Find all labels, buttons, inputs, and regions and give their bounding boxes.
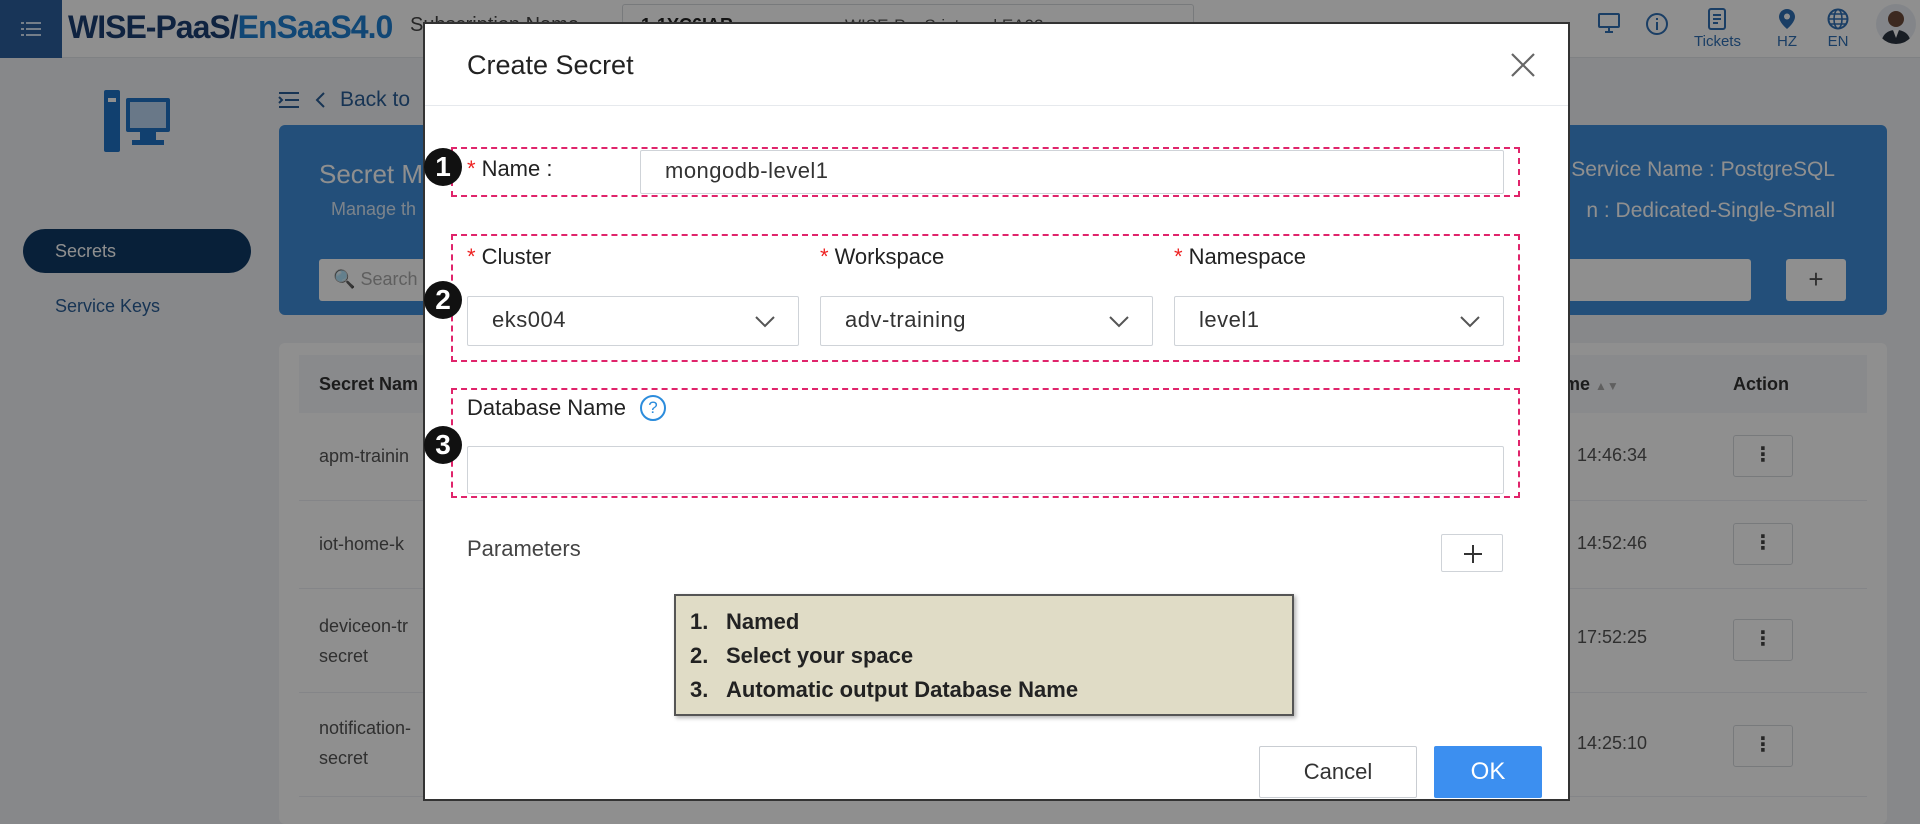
note-number: 1. bbox=[690, 609, 709, 634]
cancel-button[interactable]: Cancel bbox=[1259, 746, 1417, 798]
namespace-value: level1 bbox=[1199, 307, 1260, 332]
required-mark: * bbox=[467, 244, 476, 269]
note-number: 3. bbox=[690, 677, 709, 702]
note-number: 2. bbox=[690, 643, 709, 668]
dialog-title: Create Secret bbox=[467, 50, 634, 80]
annotation-badge-3: 3 bbox=[424, 426, 462, 464]
close-icon[interactable] bbox=[1508, 50, 1538, 80]
note-line: 1. Named bbox=[690, 605, 1278, 639]
chevron-down-icon bbox=[755, 316, 775, 328]
namespace-label: * Namespace bbox=[1174, 244, 1306, 270]
name-input[interactable]: mongodb-level1 bbox=[640, 150, 1504, 194]
workspace-label-text: Workspace bbox=[834, 244, 945, 269]
name-label: * Name : bbox=[467, 156, 552, 182]
name-value: mongodb-level1 bbox=[665, 158, 829, 183]
workspace-value: adv-training bbox=[845, 307, 966, 332]
database-name-input[interactable] bbox=[467, 446, 1504, 494]
namespace-select[interactable]: level1 bbox=[1174, 296, 1504, 346]
required-mark: * bbox=[820, 244, 829, 269]
annotation-note: 1. Named 2. Select your space 3. Automatic … bbox=[674, 594, 1294, 716]
annotation-badge-1: 1 bbox=[424, 148, 462, 186]
note-text: Select your space bbox=[726, 643, 914, 668]
cluster-label-text: Cluster bbox=[481, 244, 552, 269]
add-parameter-button[interactable] bbox=[1441, 534, 1503, 572]
annotation-badge-2: 2 bbox=[424, 281, 462, 319]
required-mark: * bbox=[467, 156, 476, 181]
note-line: 3. Automatic output Database Name bbox=[690, 673, 1278, 707]
note-text: Named bbox=[726, 609, 800, 634]
ok-button[interactable]: OK bbox=[1434, 746, 1542, 798]
note-text: Automatic output Database Name bbox=[726, 677, 1079, 702]
cluster-value: eks004 bbox=[492, 307, 566, 332]
workspace-select[interactable]: adv-training bbox=[820, 296, 1153, 346]
workspace-label: * Workspace bbox=[820, 244, 944, 270]
plus-icon bbox=[1464, 545, 1482, 563]
required-mark: * bbox=[1174, 244, 1183, 269]
help-icon[interactable]: ? bbox=[639, 395, 666, 421]
namespace-label-text: Namespace bbox=[1188, 244, 1306, 269]
chevron-down-icon bbox=[1460, 316, 1480, 328]
name-label-text: Name : bbox=[481, 156, 553, 181]
dialog-header: Create Secret bbox=[425, 24, 1568, 106]
note-line: 2. Select your space bbox=[690, 639, 1278, 673]
database-label: Database Name? bbox=[467, 395, 666, 421]
chevron-down-icon bbox=[1109, 316, 1129, 328]
cluster-label: * Cluster bbox=[467, 244, 551, 270]
parameters-label: Parameters bbox=[467, 536, 581, 561]
database-label-text: Database Name bbox=[467, 395, 626, 420]
cluster-select[interactable]: eks004 bbox=[467, 296, 799, 346]
